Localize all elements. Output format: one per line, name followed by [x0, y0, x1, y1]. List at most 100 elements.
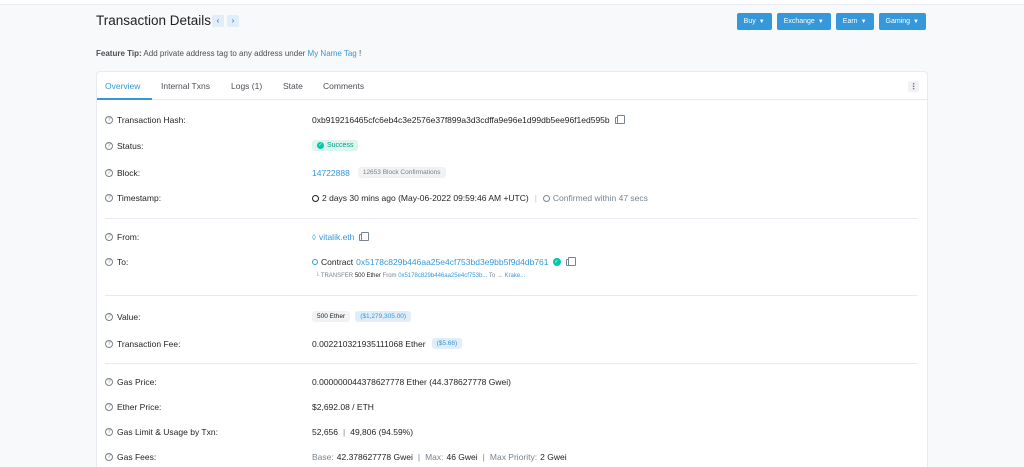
label-wrap: ? Gas Fees:: [105, 452, 312, 462]
help-icon[interactable]: ?: [105, 339, 113, 348]
value-wrap: ◊ vitalik.eth: [312, 231, 370, 242]
copy-icon[interactable]: [565, 256, 576, 266]
ether-price-label: Ether Price:: [117, 402, 162, 412]
prev-tx-button[interactable]: ‹: [212, 15, 224, 27]
gas-fees-label: Gas Fees:: [117, 452, 157, 462]
row-to: ? To: Contract 0x5178c829b446aa25e4cf753bd…: [105, 256, 576, 267]
divider: [105, 218, 917, 219]
to-contract-link[interactable]: 0x5178c829b446aa25e4cf753bd3e9bb5f9d4db7…: [356, 257, 548, 267]
confirmed-within: Confirmed within 47 secs: [552, 193, 648, 203]
help-icon[interactable]: ?: [105, 116, 113, 124]
value-wrap: 52,656 | 49,806 (94.59%): [312, 427, 413, 437]
row-value: ? Value: 500 Ether ($1,279,305.00): [105, 311, 412, 322]
ether-price-value: $2,692.08 / ETH: [312, 402, 374, 412]
verified-check-icon: ✓: [552, 258, 561, 266]
earn-label: Earn: [842, 18, 858, 25]
value-wrap: 14722888 12653 Block Confirmations: [312, 167, 446, 178]
help-icon[interactable]: ?: [105, 312, 113, 321]
to-label: To:: [117, 257, 129, 267]
next-tx-button[interactable]: ›: [227, 15, 239, 27]
row-gas-price: ? Gas Price: 0.000000044378627778 Ether (…: [105, 377, 511, 387]
buy-label: Buy: [743, 18, 756, 25]
buy-button[interactable]: Buy ▼: [736, 13, 772, 30]
gas-limit-value: 52,656: [312, 427, 338, 437]
my-name-tag-link[interactable]: My Name Tag: [308, 49, 357, 58]
separator: |: [482, 452, 485, 462]
exchange-label: Exchange: [783, 18, 815, 25]
timer-icon: [542, 194, 550, 202]
fee-value: 0.002210321935111068 Ether: [312, 338, 426, 349]
label-wrap: ? Status:: [105, 141, 312, 151]
max-priority-label: Max Priority:: [489, 452, 538, 462]
row-fee: ? Transaction Fee: 0.002210321935111068 E…: [105, 338, 463, 349]
status-badge: ✓ Success: [312, 140, 359, 151]
from-link[interactable]: vitalik.eth: [319, 232, 354, 242]
separator: |: [534, 193, 537, 203]
help-icon[interactable]: ?: [105, 403, 113, 411]
tab-bar: Overview Internal Txns Logs (1) State Co…: [97, 72, 927, 100]
help-icon[interactable]: ?: [105, 378, 113, 386]
help-icon[interactable]: ?: [105, 233, 113, 241]
timestamp-value: 2 days 30 mins ago (May-06-2022 09:59:46…: [322, 193, 529, 203]
more-options-icon[interactable]: ⋮: [908, 81, 919, 92]
top-bar: [0, 0, 1024, 5]
exchange-button[interactable]: Exchange ▼: [776, 13, 831, 30]
help-icon[interactable]: ?: [105, 194, 113, 202]
transfer-from-link[interactable]: 0x5178c829b446aa25e4cf753b...: [398, 273, 487, 279]
earn-button[interactable]: Earn ▼: [835, 13, 874, 30]
confirmations-badge: 12653 Block Confirmations: [357, 167, 446, 178]
value-label: Value:: [117, 311, 141, 322]
label-wrap: ? Value:: [105, 312, 312, 322]
max-fee-label: Max:: [425, 452, 444, 462]
tx-hash-value: 0xb919216465cfc6eb4c3e2576e37f899a3d3cdf…: [312, 115, 610, 125]
label-wrap: ? Block:: [105, 168, 312, 178]
help-icon[interactable]: ?: [105, 141, 113, 150]
value-wrap: Base: 42.378627778 Gwei | Max: 46 Gwei | M…: [312, 452, 567, 462]
value-wrap: 0.002210321935111068 Ether ($5.66): [312, 338, 463, 349]
row-tx-hash: ? Transaction Hash: 0xb919216465cfc6eb4c3…: [105, 114, 625, 125]
copy-icon[interactable]: [359, 231, 370, 241]
help-icon[interactable]: ?: [105, 258, 113, 266]
label-wrap: ? Gas Price:: [105, 377, 312, 387]
gaming-label: Gaming: [885, 18, 911, 25]
label-wrap: ? Ether Price:: [105, 402, 312, 412]
help-icon[interactable]: ?: [105, 453, 113, 461]
value-wrap: Contract 0x5178c829b446aa25e4cf753bd3e9bb…: [312, 256, 576, 267]
tab-state[interactable]: State: [283, 81, 303, 91]
contract-search-icon: [312, 259, 318, 265]
transfer-to-link[interactable]: Krake...: [505, 273, 526, 279]
transfer-amount: 500 Ether: [354, 273, 381, 279]
label-wrap: ? Transaction Fee:: [105, 339, 312, 349]
page-title: Transaction Details: [96, 13, 212, 28]
transfer-label: └ TRANSFER: [315, 273, 354, 279]
copy-icon[interactable]: [614, 114, 625, 124]
max-fee-value: 46 Gwei: [446, 452, 478, 462]
row-gas-limit: ? Gas Limit & Usage by Txn: 52,656 | 49,806…: [105, 427, 413, 437]
feature-tip: Feature Tip: Add private address tag to …: [96, 49, 361, 58]
row-status: ? Status: ✓ Success: [105, 140, 359, 151]
value-wrap: 2 days 30 mins ago (May-06-2022 09:59:46…: [312, 193, 648, 203]
usd-value-badge: ($1,279,305.00): [355, 311, 412, 322]
tx-hash-label: Transaction Hash:: [117, 115, 186, 125]
tab-logs[interactable]: Logs (1): [231, 81, 262, 91]
feature-tip-suffix: !: [358, 49, 362, 58]
row-from: ? From: ◊ vitalik.eth: [105, 231, 370, 242]
gaming-button[interactable]: Gaming ▼: [878, 13, 926, 30]
tab-internal-txns[interactable]: Internal Txns: [161, 81, 210, 91]
base-fee-value: 42.378627778 Gwei: [336, 452, 413, 462]
max-priority-value: 2 Gwei: [540, 452, 567, 462]
block-link[interactable]: 14722888: [312, 168, 350, 178]
value-wrap: $2,692.08 / ETH: [312, 402, 374, 412]
divider: [105, 363, 917, 364]
help-icon[interactable]: ?: [105, 168, 113, 177]
value-wrap: 500 Ether ($1,279,305.00): [312, 311, 412, 322]
transfer-from-label: From: [382, 273, 397, 279]
active-tab-indicator: [97, 98, 152, 100]
help-icon[interactable]: ?: [105, 428, 113, 436]
tab-overview[interactable]: Overview: [105, 81, 140, 91]
tab-comments[interactable]: Comments: [323, 81, 364, 91]
chevron-down-icon: ▼: [913, 19, 919, 25]
label-wrap: ? Timestamp:: [105, 193, 312, 203]
gas-limit-label: Gas Limit & Usage by Txn:: [117, 427, 218, 437]
value-wrap: ✓ Success: [312, 140, 359, 151]
